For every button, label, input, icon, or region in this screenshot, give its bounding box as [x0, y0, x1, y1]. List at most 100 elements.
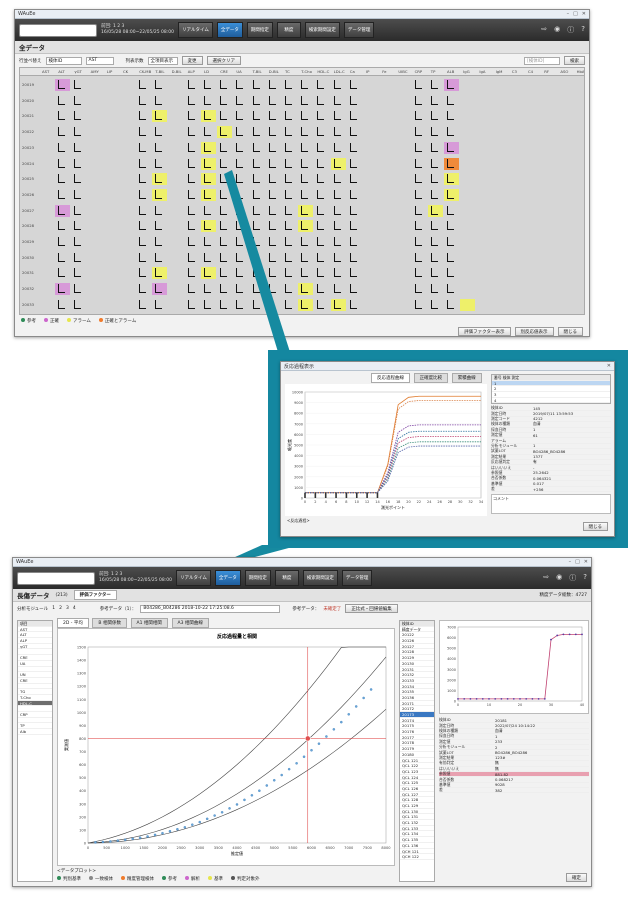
x-tick-label: 18 — [396, 500, 400, 504]
bottom-legend-item: 一致検体 — [89, 876, 113, 882]
field-value: 233 — [495, 739, 503, 745]
graph-tab-b[interactable]: B 相関係数 — [92, 618, 127, 628]
bottom-legend-item: 基準 — [208, 876, 223, 882]
baseline-bar — [376, 492, 379, 498]
data-point — [347, 713, 350, 716]
period-button-2[interactable]: 期間指定 — [244, 570, 271, 586]
mini-data-point — [562, 633, 565, 636]
data-point — [287, 767, 291, 771]
info-icon-2[interactable]: ⓘ — [569, 573, 576, 583]
precision-button-2[interactable]: 精度 — [274, 570, 299, 586]
data-point — [131, 837, 134, 841]
mini-data-point — [581, 633, 583, 636]
upper-envelope — [87, 656, 387, 844]
ref-select[interactable]: B04286_B04286 2018-10-22 17:25:08.6 — [140, 604, 281, 613]
help-icon-2[interactable]: ? — [583, 573, 587, 583]
x-tick-label: 2000 — [158, 846, 168, 850]
register-button[interactable]: 正比式・回帰値編集 — [345, 604, 398, 613]
x-tick-label: 2500 — [177, 846, 187, 850]
exit-icon-2[interactable]: ⇨ — [543, 573, 549, 583]
y-tick-label: 300 — [79, 802, 87, 806]
minimize-icon-2[interactable]: – — [569, 559, 572, 565]
data-point — [295, 762, 298, 765]
data-point — [109, 840, 112, 843]
bottom-window: WAuEe – □ ✕ 前回: 1 2 3 16/05/28 08:00~22/05… — [12, 557, 592, 887]
y-tick-label: 6000 — [294, 433, 303, 437]
maximize-icon-2[interactable]: □ — [575, 559, 580, 565]
x-tick-label: 12 — [365, 500, 369, 504]
bottom-section-header: 長傷データ (213) 評価ファクター 精度データ総数：4727 — [13, 589, 591, 602]
confirm-button[interactable]: 確定 — [566, 873, 587, 882]
data-point — [198, 820, 201, 824]
popup-field-row: 差 +256 — [491, 486, 611, 493]
mini-data-point — [543, 697, 546, 700]
module-1[interactable]: 1 — [52, 606, 55, 611]
item-list-entry[interactable]: Alb — [18, 729, 52, 735]
module-4[interactable]: 4 — [73, 606, 76, 611]
camera-icon-2[interactable]: ◉ — [556, 573, 562, 583]
y-tick-label: 1300 — [77, 672, 87, 676]
data-point — [94, 841, 97, 844]
item-list[interactable]: 項目 AST ALT ALP γGT CRE UA UN CRE TG T-Cho HDL-C CRP T… — [17, 620, 53, 882]
tab-cumulative[interactable]: 累積曲線 — [451, 373, 482, 383]
mini-data-point — [512, 697, 515, 700]
module-2[interactable]: 2 — [59, 606, 62, 611]
mini-data-point — [556, 634, 559, 637]
bottom-legend-item: 判定対象外 — [231, 876, 260, 882]
graph-tab-2d[interactable]: 2D - 平均 — [57, 618, 89, 628]
close-icon-2[interactable]: ✕ — [584, 559, 588, 565]
baseline-bar — [324, 492, 327, 498]
bottom-titlebar: WAuEe – □ ✕ — [13, 558, 591, 567]
tab-reaction-curve[interactable]: 反応過程曲線 — [371, 373, 410, 383]
sample-list[interactable]: 検体ID 精度データ 20122 20126 20127 20128 20129 20130 2… — [399, 620, 435, 882]
x-tick-label: 20 — [406, 500, 410, 504]
data-point — [280, 773, 283, 777]
y-axis-label: 吸光度 — [286, 439, 292, 451]
ref-status: 未確定了 — [323, 606, 342, 612]
mini-series-line — [458, 633, 582, 700]
data-point — [265, 784, 269, 787]
bottom-legend-item: 解析 — [185, 876, 200, 882]
field-value: 0.017 — [533, 481, 544, 487]
x-tick-label: 5000 — [270, 846, 280, 850]
x-tick-label: 20 — [518, 703, 522, 707]
search-period-button-2[interactable]: 検索期間設定 — [302, 570, 338, 586]
popup-comment[interactable]: コメント — [491, 494, 611, 514]
y-tick-label: 5000 — [294, 444, 303, 448]
graph-tab-a1[interactable]: A1 相関相関 — [130, 618, 168, 628]
module-3[interactable]: 3 — [66, 606, 69, 611]
y-tick-label: 0 — [301, 497, 303, 501]
popup-list[interactable]: 番号 検体 測定 1 2 3 4 — [491, 374, 611, 404]
x-tick-label: 500 — [103, 846, 111, 850]
eval-factor-tab[interactable]: 評価ファクター — [73, 590, 117, 600]
graph-tab-a3[interactable]: A3 相関曲線 — [171, 618, 209, 628]
y-tick-label: 1000 — [77, 711, 87, 715]
field-value: 382 — [495, 787, 503, 793]
popup-chart: 0 1000 2000 3000 4000 5000 6000 7000 8000 9000 100… — [285, 384, 487, 516]
graph-tabs: 2D - 平均 B 相関係数 A1 相関相関 A3 相関曲線 — [57, 618, 211, 628]
x-tick-label: 14 — [375, 500, 380, 504]
realtime-button-2[interactable]: リアルタイム — [176, 570, 211, 586]
field-value: 0.064321 — [533, 475, 552, 481]
popup-close-button[interactable]: 閉じる — [582, 522, 608, 531]
x-tick-label: 7500 — [363, 846, 373, 850]
sample-list-item[interactable]: QCH 122 — [400, 854, 434, 860]
tab-accuracy[interactable]: 正確度比較 — [413, 373, 449, 383]
x-tick-label: 22 — [417, 500, 421, 504]
mini-data-point — [531, 697, 534, 700]
popup-list-item[interactable]: 4 — [492, 398, 610, 404]
scatter-chart[interactable]: 反応過程量と相関 0 100 200 300 400 500 600 700 800 900 1000… — [57, 628, 395, 866]
data-point — [161, 831, 164, 835]
field-value: 1 — [533, 443, 536, 449]
module-label: 分析モジュール — [17, 606, 49, 612]
legend-dot — [121, 876, 125, 880]
popup-close-icon[interactable]: ✕ — [607, 363, 611, 369]
y-tick-label: 4000 — [447, 657, 456, 661]
y-tick-label: 8000 — [294, 412, 303, 416]
x-tick-label: 26 — [437, 500, 441, 504]
instrument-combo-2[interactable] — [17, 571, 95, 585]
data-point — [191, 823, 194, 826]
all-data-button-2[interactable]: 全データ — [214, 570, 241, 586]
data-manage-button-2[interactable]: データ管理 — [341, 570, 373, 586]
popup-window: 反応過程表示 ✕ 反応過程曲線 正確度比較 累積曲線 0 1000 2000 3000… — [280, 361, 615, 537]
